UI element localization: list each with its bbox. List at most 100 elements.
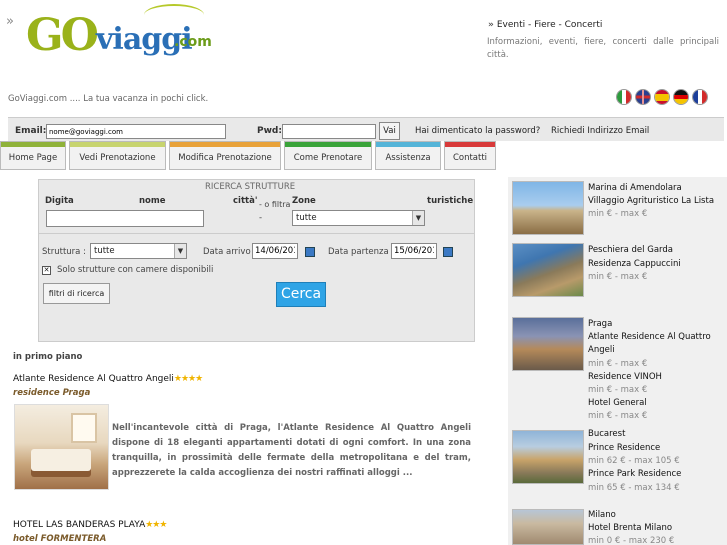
logo-text-com: .com bbox=[174, 34, 212, 50]
nav-assistenza[interactable]: Assistenza bbox=[375, 141, 441, 170]
panel-divider bbox=[39, 233, 474, 234]
calendar-icon[interactable] bbox=[305, 247, 315, 257]
destination-thumbnail[interactable] bbox=[512, 181, 584, 235]
nome-label: nome bbox=[139, 196, 166, 206]
available-rooms-label: Solo strutture con camere disponibili bbox=[57, 265, 214, 275]
destination-thumbnail[interactable] bbox=[512, 317, 584, 371]
italian-flag-icon[interactable] bbox=[616, 89, 632, 105]
email-label: Email: bbox=[15, 126, 47, 136]
uk-flag-icon[interactable] bbox=[635, 89, 651, 105]
nav-home-page[interactable]: Home Page bbox=[0, 141, 66, 170]
login-bar: Email: Pwd: Vai Hai dimenticato la passw… bbox=[8, 117, 724, 141]
nav-contatti[interactable]: Contatti bbox=[444, 141, 496, 170]
calendar-icon[interactable] bbox=[443, 247, 453, 257]
destination-city[interactable]: Praga bbox=[588, 318, 612, 331]
zone-select[interactable]: tutte ▼ bbox=[292, 210, 425, 226]
destination-hotel[interactable]: Hotel Brenta Milano bbox=[588, 522, 672, 535]
destination-city[interactable]: Milano bbox=[588, 509, 616, 522]
events-link[interactable]: » Eventi - Fiere - Concerti bbox=[488, 20, 602, 30]
departure-date-input[interactable] bbox=[391, 243, 437, 259]
nav-color-bar bbox=[376, 142, 440, 147]
featured-item-title-row[interactable]: HOTEL LAS BANDERAS PLAYA★★★ bbox=[13, 520, 167, 530]
nav-label: Come Prenotare bbox=[293, 153, 363, 163]
search-button[interactable]: Cerca bbox=[276, 282, 326, 307]
o-filtra-label: - o filtra bbox=[259, 200, 291, 209]
zone-label: Zone bbox=[292, 196, 316, 206]
destination-price: min € - max € bbox=[588, 272, 648, 282]
photo-window bbox=[71, 413, 97, 443]
destination-hotel[interactable]: Villaggio Agrituristico La Lista bbox=[588, 195, 714, 208]
language-flags bbox=[616, 89, 708, 105]
nav-color-bar bbox=[445, 142, 495, 147]
digita-label: Digita bbox=[45, 196, 74, 206]
login-go-button[interactable]: Vai bbox=[379, 122, 400, 140]
separator-dash: - bbox=[259, 213, 263, 223]
destination-city[interactable]: Bucarest bbox=[588, 428, 625, 441]
forgot-password-link[interactable]: Hai dimenticato la password? bbox=[415, 126, 540, 136]
zone-select-value: tutte bbox=[296, 213, 317, 223]
nav-modifica-prenotazione[interactable]: Modifica Prenotazione bbox=[169, 141, 281, 170]
destination-hotel[interactable]: Hotel General bbox=[588, 397, 647, 410]
featured-item-photo[interactable] bbox=[14, 404, 109, 490]
spanish-flag-icon[interactable] bbox=[654, 89, 670, 105]
request-email-link[interactable]: Richiedi Indirizzo Email bbox=[551, 126, 649, 136]
destination-price: min 0 € - max 230 € bbox=[588, 536, 675, 545]
goviaggi-logo[interactable]: GO viaggi .com bbox=[24, 4, 224, 74]
main-nav: Home Page Vedi Prenotazione Modifica Pre… bbox=[0, 141, 496, 170]
featured-heading: in primo piano bbox=[13, 352, 83, 362]
turistiche-label: turistiche bbox=[427, 196, 474, 206]
email-input[interactable] bbox=[46, 124, 226, 139]
double-chevron-icon: » bbox=[488, 20, 494, 30]
featured-item-description: Nell'incantevole città di Praga, l'Atlan… bbox=[112, 423, 471, 478]
checkbox-mark: ✕ bbox=[43, 266, 50, 274]
featured-item-subtitle: residence Praga bbox=[13, 388, 91, 398]
destination-city[interactable]: Marina di Amendolara bbox=[588, 182, 682, 195]
logo-arrows-icon: » bbox=[6, 14, 14, 29]
tagline: GoViaggi.com .... La tua vacanza in poch… bbox=[8, 94, 209, 104]
destination-price: min 65 € - max 134 € bbox=[588, 483, 680, 493]
destination-hotel[interactable]: Prince Park Residence bbox=[588, 468, 681, 481]
nav-label: Contatti bbox=[452, 153, 488, 163]
search-panel: RICERCA STRUTTURE Digita nome città' - o… bbox=[38, 179, 475, 342]
chevron-down-icon: ▼ bbox=[412, 211, 424, 225]
data-partenza-label: Data partenza bbox=[328, 247, 389, 257]
destination-price: min € - max € bbox=[588, 359, 648, 369]
destination-city[interactable]: Peschiera del Garda bbox=[588, 244, 673, 257]
destination-thumbnail[interactable] bbox=[512, 430, 584, 484]
chevron-down-icon: ▼ bbox=[174, 244, 186, 258]
nav-label: Home Page bbox=[8, 153, 58, 163]
featured-item-title[interactable]: HOTEL LAS BANDERAS PLAYA bbox=[13, 520, 145, 530]
destination-hotel[interactable]: Atlante Residence Al Quattro Angeli bbox=[588, 331, 726, 357]
name-city-input[interactable] bbox=[46, 210, 204, 227]
destination-price: min 62 € - max 105 € bbox=[588, 456, 680, 466]
logo-text-go: GO bbox=[26, 10, 99, 61]
destination-price: min € - max € bbox=[588, 385, 648, 395]
nav-vedi-prenotazione[interactable]: Vedi Prenotazione bbox=[69, 141, 166, 170]
nav-color-bar bbox=[170, 142, 280, 147]
search-filters-button[interactable]: filtri di ricerca bbox=[43, 283, 110, 304]
german-flag-icon[interactable] bbox=[673, 89, 689, 105]
password-label: Pwd: bbox=[257, 126, 282, 136]
star-rating-icon: ★★★ bbox=[145, 520, 167, 530]
arrival-date-input[interactable] bbox=[252, 243, 298, 259]
featured-item-title[interactable]: Atlante Residence Al Quattro Angeli bbox=[13, 374, 174, 384]
struttura-select[interactable]: tutte ▼ bbox=[90, 243, 187, 259]
available-rooms-checkbox[interactable]: ✕ bbox=[42, 266, 51, 275]
destination-thumbnail[interactable] bbox=[512, 509, 584, 545]
featured-item-subtitle: hotel FORMENTERA bbox=[13, 534, 107, 544]
star-rating-icon: ★★★★ bbox=[173, 374, 203, 384]
french-flag-icon[interactable] bbox=[692, 89, 708, 105]
destination-hotel[interactable]: Residence VINOH bbox=[588, 371, 662, 384]
nav-color-bar bbox=[1, 142, 65, 147]
destination-hotel[interactable]: Residenza Cappuccini bbox=[588, 258, 681, 271]
featured-item-title-row[interactable]: Atlante Residence Al Quattro Angeli★★★★ bbox=[13, 374, 203, 384]
destination-price: min € - max € bbox=[588, 209, 648, 219]
nav-color-bar bbox=[70, 142, 165, 147]
nav-come-prenotare[interactable]: Come Prenotare bbox=[284, 141, 372, 170]
destination-hotel[interactable]: Prince Residence bbox=[588, 442, 660, 455]
destination-thumbnail[interactable] bbox=[512, 243, 584, 297]
struttura-select-value: tutte bbox=[94, 246, 115, 256]
events-title[interactable]: Eventi - Fiere - Concerti bbox=[497, 20, 603, 30]
struttura-label: Struttura : bbox=[42, 247, 86, 257]
password-input[interactable] bbox=[282, 124, 376, 139]
